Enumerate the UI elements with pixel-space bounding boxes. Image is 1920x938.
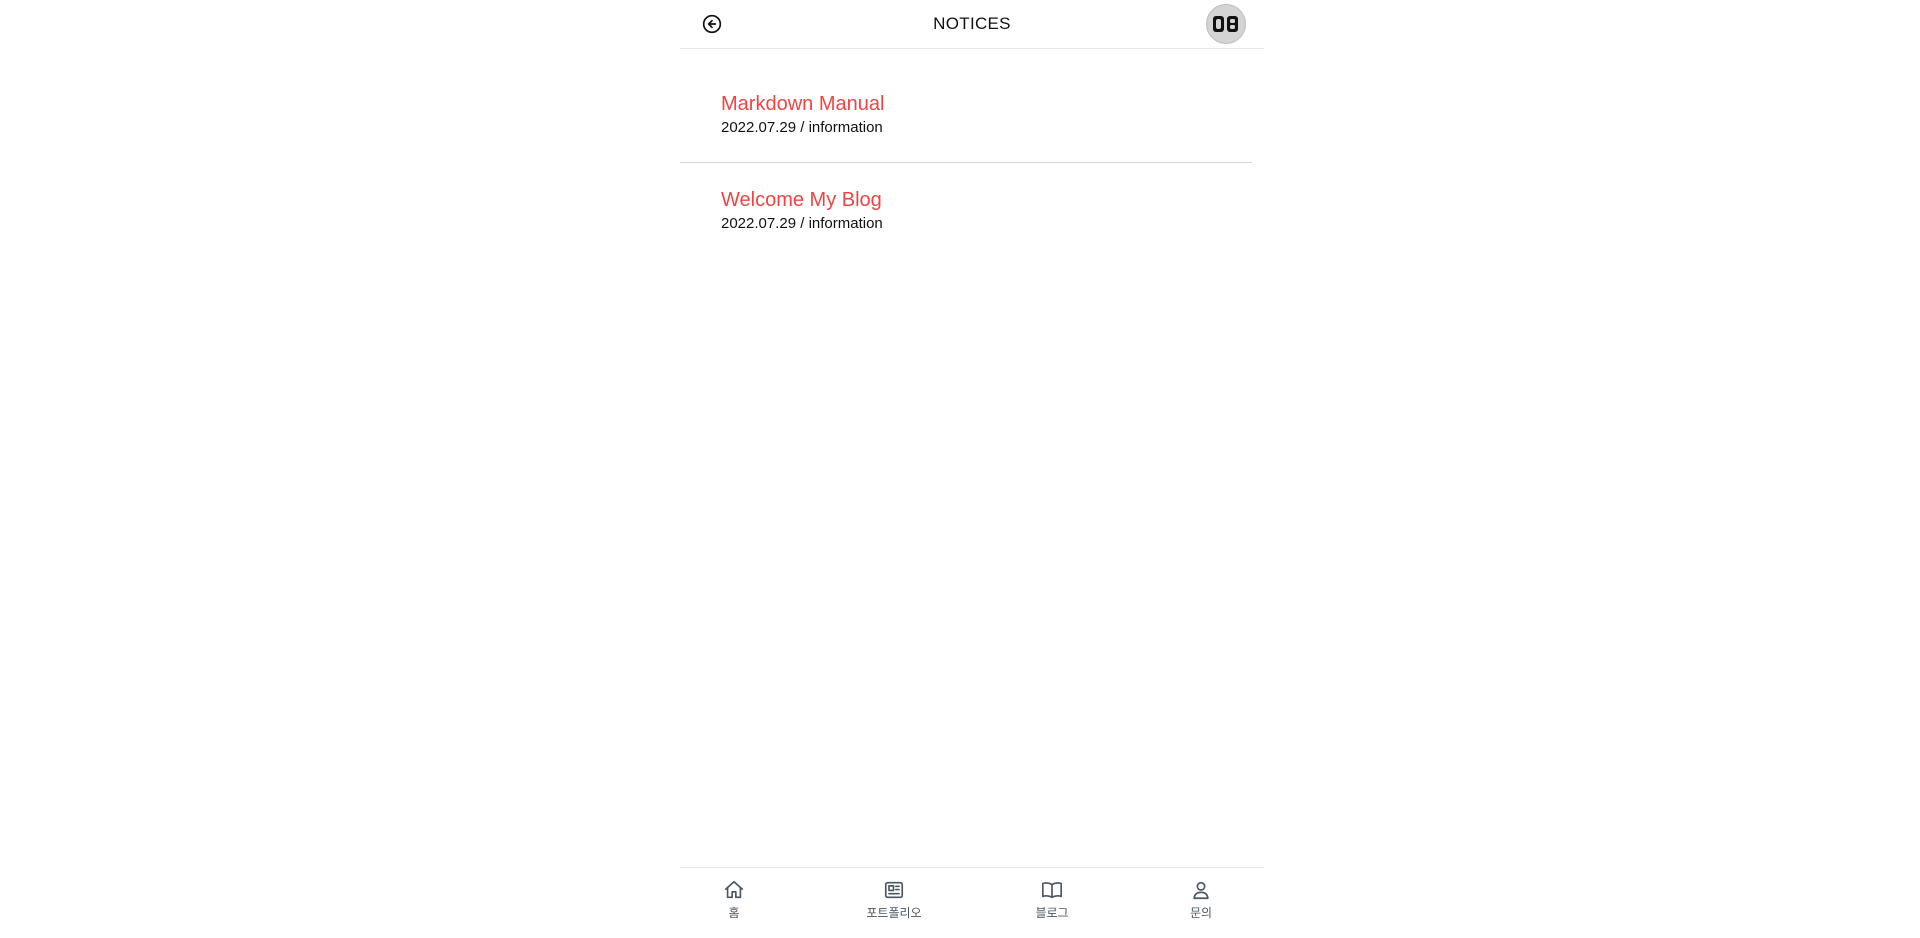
- book-open-icon: [1040, 878, 1064, 902]
- notice-list: Markdown Manual 2022.07.29 / information…: [680, 80, 1252, 257]
- nav-item-home[interactable]: 홈: [694, 878, 774, 928]
- notice-item[interactable]: Markdown Manual 2022.07.29 / information: [680, 80, 1252, 162]
- avatar[interactable]: [1206, 4, 1246, 44]
- newspaper-icon: [882, 878, 906, 902]
- notice-meta: 2022.07.29 / information: [721, 119, 883, 136]
- app-frame: NOTICES Markdown Manual 2022.07.29 / inf…: [680, 0, 1264, 938]
- bottom-nav: 홈 포트폴리오 블로그 문의: [680, 867, 1264, 938]
- page-title: NOTICES: [933, 14, 1011, 33]
- nav-label: 블로그: [1035, 906, 1069, 920]
- nav-label: 문의: [1189, 906, 1213, 920]
- avatar-logo: [1213, 16, 1238, 32]
- notice-item[interactable]: Welcome My Blog 2022.07.29 / information: [680, 162, 1252, 257]
- nav-item-contact[interactable]: 문의: [1161, 878, 1241, 928]
- notice-title[interactable]: Markdown Manual: [721, 80, 1252, 116]
- home-icon: [722, 878, 746, 902]
- nav-item-blog[interactable]: 블로그: [1012, 878, 1092, 928]
- nav-label: 홈: [728, 906, 740, 920]
- notice-title[interactable]: Welcome My Blog: [721, 176, 1252, 212]
- notice-meta: 2022.07.29 / information: [721, 215, 883, 232]
- user-icon: [1189, 878, 1213, 902]
- nav-item-portfolio[interactable]: 포트폴리오: [854, 878, 934, 928]
- top-bar: NOTICES: [680, 0, 1264, 49]
- nav-label: 포트폴리오: [866, 906, 922, 920]
